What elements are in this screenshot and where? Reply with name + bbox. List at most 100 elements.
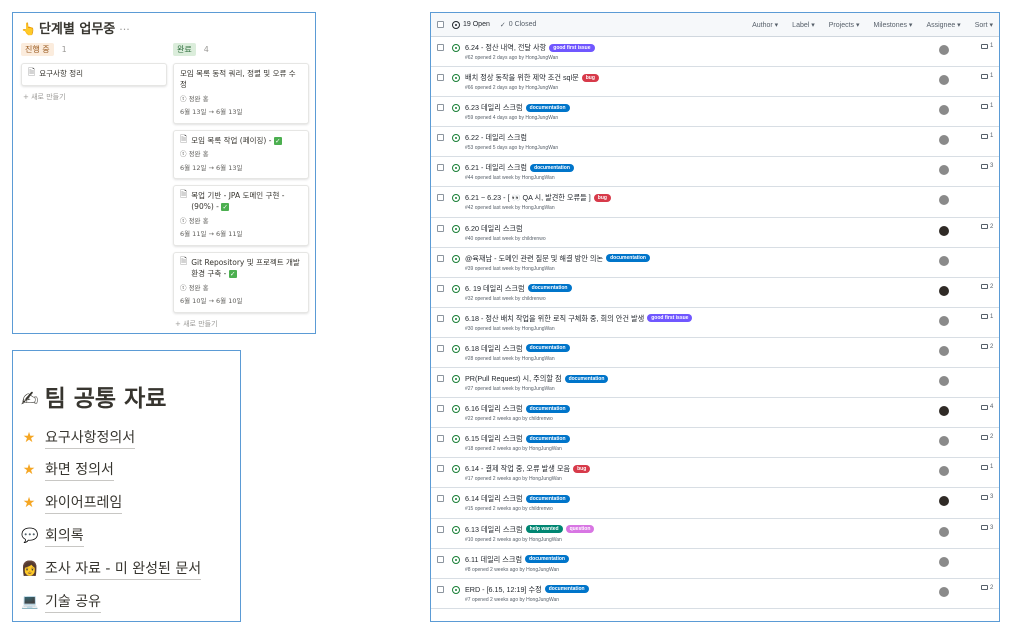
comment-count[interactable]: 2: [981, 434, 993, 440]
issue-label[interactable]: bug: [593, 193, 611, 202]
resource-link[interactable]: ★ 와이어프레임: [21, 492, 123, 514]
issue-checkbox[interactable]: [437, 585, 444, 593]
issue-label[interactable]: question: [565, 525, 595, 533]
issue-row[interactable]: 6.13 데일리 스크럼 help wanted question #10 opene…: [431, 519, 999, 549]
issue-checkbox[interactable]: [437, 254, 444, 262]
issue-checkbox[interactable]: [437, 284, 444, 292]
new-card-button[interactable]: + 새로 만들기: [173, 319, 309, 329]
resource-link[interactable]: ★ 요구사항정의서: [21, 427, 136, 449]
issue-checkbox[interactable]: [437, 375, 444, 383]
more-options-button[interactable]: ···: [119, 23, 130, 36]
issue-row[interactable]: 6.22 - 데일리 스크럼 #53 opened 5 days ago by H…: [431, 127, 999, 158]
issue-title[interactable]: 6.21 ~ 6.23 - [ 👀 QA 시, 발견한 오류들 ]: [465, 192, 591, 203]
issue-label[interactable]: documentation: [530, 163, 574, 172]
issue-label[interactable]: documentation: [525, 344, 570, 353]
issue-title[interactable]: 6.22 - 데일리 스크럼: [465, 132, 527, 143]
open-filter[interactable]: 19 Open: [452, 20, 490, 29]
issue-checkbox[interactable]: [437, 134, 444, 142]
board-card[interactable]: 🗎 모임 목록 작업 (페이징) - ✓ ⓣ 정완 홍 6월 12일 → 6월 1…: [173, 129, 309, 180]
status-tag-in-progress[interactable]: 진행 중: [21, 42, 54, 56]
issue-title[interactable]: PR(Pull Request) 시, 주의할 점: [465, 373, 562, 384]
issue-title[interactable]: 배치 정상 동작을 위한 제약 조건 sql문: [465, 72, 579, 83]
board-card[interactable]: 🗎 요구사항 정리: [21, 63, 167, 86]
comment-count[interactable]: 3: [981, 525, 993, 531]
issue-label[interactable]: documentation: [527, 284, 572, 293]
issue-checkbox[interactable]: [437, 224, 444, 232]
issue-row[interactable]: 6.18 데일리 스크럼 documentation #28 opened last…: [431, 338, 999, 369]
issue-title[interactable]: 6.20 데일리 스크럼: [465, 223, 523, 234]
comment-count[interactable]: 3: [981, 163, 993, 169]
issue-label[interactable]: documentation: [525, 494, 570, 503]
resource-label[interactable]: 요구사항정의서: [45, 427, 136, 449]
resource-label[interactable]: 와이어프레임: [45, 492, 123, 514]
issue-label[interactable]: good first issue: [647, 314, 693, 323]
issue-row[interactable]: ERD - [6.15, 12:19] 수정 documentation #7 op…: [431, 579, 999, 609]
resource-label[interactable]: 화면 정의서: [45, 459, 114, 481]
issue-row[interactable]: 6.20 데일리 스크럼 #40 opened last week by chil…: [431, 218, 999, 248]
issue-title[interactable]: 6. 19 데일리 스크럼: [465, 283, 525, 294]
issue-label[interactable]: good first issue: [549, 43, 595, 52]
issue-row[interactable]: PR(Pull Request) 시, 주의할 점 documentation #2…: [431, 368, 999, 399]
issue-checkbox[interactable]: [437, 314, 444, 322]
issue-title[interactable]: 6.16 데일리 스크럼: [465, 403, 523, 414]
status-tag-done[interactable]: 완료: [173, 42, 196, 56]
comment-count[interactable]: 1: [981, 133, 993, 139]
issue-row[interactable]: 6.14 데일리 스크럼 documentation #15 opened 2 we…: [431, 488, 999, 519]
issue-title[interactable]: 6.13 데일리 스크럼: [465, 524, 523, 535]
avatar[interactable]: [939, 556, 949, 567]
board-card[interactable]: 🗎 Git Repository 및 프로젝트 개발 환경 구축 - ✓ ⓣ 정완…: [173, 251, 309, 313]
resource-label[interactable]: 조사 자료 - 미 완성된 문서: [45, 558, 202, 580]
issue-title[interactable]: 6.14 - 결제 작업 중, 오류 발생 모음: [465, 463, 570, 474]
issue-label[interactable]: documentation: [525, 434, 570, 443]
filter-dropdown[interactable]: Milestones ▾: [874, 21, 913, 29]
avatar[interactable]: [939, 376, 949, 387]
issue-checkbox[interactable]: [437, 525, 444, 533]
issue-label[interactable]: documentation: [525, 555, 569, 564]
avatar[interactable]: [939, 255, 949, 266]
issue-row[interactable]: 6.11 데일리 스크럼 documentation #8 opened 2 wee…: [431, 549, 999, 579]
issue-row[interactable]: 배치 정상 동작을 위한 제약 조건 sql문 bug #66 opened 2 d…: [431, 67, 999, 98]
avatar[interactable]: [939, 315, 949, 326]
comment-count[interactable]: 1: [981, 73, 993, 79]
issue-label[interactable]: help wanted: [525, 525, 563, 533]
issue-title[interactable]: 6.18 - 정산 배치 작업을 위한 로직 구체화 중, 회의 안건 발생: [465, 313, 644, 324]
resource-link[interactable]: 💻 기술 공유: [21, 591, 101, 613]
issue-checkbox[interactable]: [437, 344, 444, 352]
issue-label[interactable]: bug: [573, 464, 591, 473]
comment-count[interactable]: 1: [981, 43, 993, 49]
comment-count[interactable]: 1: [981, 464, 993, 470]
issue-checkbox[interactable]: [437, 74, 444, 82]
issue-row[interactable]: 6.23 데일리 스크럼 documentation #59 opened 4 da…: [431, 97, 999, 128]
select-all-checkbox[interactable]: [437, 21, 444, 28]
issue-row[interactable]: 6.21 ~ 6.23 - [ 👀 QA 시, 발견한 오류들 ] bug #42 …: [431, 187, 999, 218]
board-card[interactable]: 모임 목록 동적 쿼리, 정렬 및 오류 수정 ⓣ 정완 홍 6월 13일 → …: [173, 63, 309, 124]
comment-count[interactable]: 3: [981, 494, 993, 500]
issue-title[interactable]: ERD - [6.15, 12:19] 수정: [465, 584, 542, 595]
issue-row[interactable]: 6.15 데일리 스크럼 documentation #18 opened 2 we…: [431, 428, 999, 459]
issue-label[interactable]: documentation: [544, 585, 589, 594]
filter-dropdown[interactable]: Assignee ▾: [926, 21, 960, 29]
issue-label[interactable]: bug: [581, 73, 599, 82]
avatar[interactable]: [939, 345, 949, 356]
issue-checkbox[interactable]: [437, 495, 444, 503]
board-card[interactable]: 🗎 목업 기반 - JPA 도메인 구현 - (90%) - ✓ ⓣ 정완 홍 6…: [173, 185, 309, 246]
filter-dropdown[interactable]: Author ▾: [752, 21, 778, 29]
issue-checkbox[interactable]: [437, 555, 444, 563]
issue-checkbox[interactable]: [437, 435, 444, 443]
comment-count[interactable]: 1: [981, 103, 993, 109]
issue-title[interactable]: 6.18 데일리 스크럼: [465, 343, 523, 354]
resource-link[interactable]: 👩 조사 자료 - 미 완성된 문서: [21, 558, 202, 580]
issue-title[interactable]: 6.21 - 데일리 스크럼: [465, 162, 527, 173]
issue-checkbox[interactable]: [437, 194, 444, 202]
issue-row[interactable]: 6.21 - 데일리 스크럼 documentation #44 opened la…: [431, 157, 999, 188]
issue-title[interactable]: 6.23 데일리 스크럼: [465, 102, 523, 113]
comment-count[interactable]: 4: [981, 404, 993, 410]
resource-link[interactable]: 💬 회의록: [21, 525, 84, 547]
issue-label[interactable]: documentation: [525, 103, 570, 112]
avatar[interactable]: [939, 526, 949, 537]
issue-row[interactable]: 6.24 - 정산 내역, 전달 사항 good first issue #62 o…: [431, 37, 999, 68]
issue-title[interactable]: 6.14 데일리 스크럼: [465, 493, 523, 504]
resource-label[interactable]: 회의록: [45, 525, 84, 547]
filter-dropdown[interactable]: Projects ▾: [829, 21, 860, 29]
avatar[interactable]: [939, 45, 949, 55]
